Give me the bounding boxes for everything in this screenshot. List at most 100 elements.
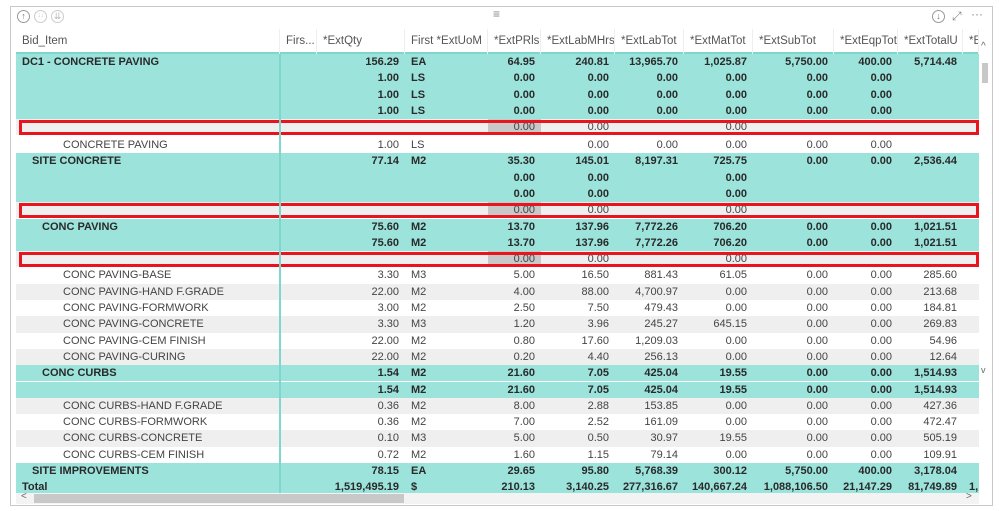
vertical-scrollbar[interactable]: ^ v — [979, 41, 991, 495]
column-header[interactable]: *ExtEqpTot — [834, 29, 898, 54]
table-row[interactable]: 0.00 0.00 0.00 — [16, 119, 979, 136]
scroll-right-icon[interactable]: > — [966, 491, 972, 502]
table-cell: 0.00 — [725, 72, 747, 85]
scroll-down-icon[interactable]: v — [981, 365, 986, 375]
table-cell: 30.97 — [650, 432, 678, 445]
column-header[interactable]: *ExtLabMHrs — [541, 29, 615, 54]
table-cell: 2,536.44 — [914, 155, 957, 168]
table-cell: 156.29 — [365, 56, 399, 68]
column-header[interactable]: First *ExtUoM — [405, 29, 488, 54]
table-cell — [405, 119, 488, 135]
table-row[interactable]: 1.00 LS 0.00 0.00 0.00 0.00 0.00 0.00 — [16, 70, 979, 87]
table-cell: 0.00 — [870, 302, 892, 314]
table-cell: 1.00 — [377, 139, 399, 151]
horizontal-scroll-thumb[interactable] — [34, 494, 404, 503]
vertical-scroll-thumb[interactable] — [982, 63, 988, 83]
table-row[interactable]: 0.00 0.00 0.00 — [16, 251, 979, 268]
column-header[interactable]: *E — [963, 29, 979, 54]
table-row[interactable]: CONC PAVING 75.60 M2 13.70 137.96 7,772.26 706… — [16, 218, 979, 235]
table-cell: 0.00 — [806, 367, 828, 380]
table-cell: 0.00 — [870, 88, 892, 101]
column-header[interactable]: Bid_Item — [16, 29, 280, 54]
table-row[interactable]: CONC CURBS-CONCRETE 0.10 M3 5.00 0.50 30.97 19… — [16, 430, 979, 447]
scroll-left-icon[interactable]: < — [21, 491, 27, 502]
table-cell — [16, 235, 280, 251]
table-cell — [963, 267, 979, 283]
column-header[interactable]: *ExtLabTot — [615, 29, 684, 54]
table-cell: 2.52 — [587, 416, 609, 429]
table-cell: 0.10 — [377, 432, 399, 445]
table-row[interactable]: CONC CURBS-HAND F.GRADE 0.36 M2 8.00 2.88 153… — [16, 397, 979, 415]
table-cell: M2 — [411, 155, 427, 168]
table-row[interactable]: CONC CURBS-FORMWORK 0.36 M2 7.00 2.52 161.09 0… — [16, 414, 979, 431]
table-cell: 0.00 — [725, 121, 747, 134]
column-header[interactable]: Firs... — [280, 29, 317, 54]
table-row[interactable]: 75.60 M2 13.70 137.96 7,772.26 706.20 0.00 0.00… — [16, 234, 979, 252]
table-row[interactable]: CONC PAVING-FORMWORK 3.00 M2 2.50 7.50 479.43… — [16, 300, 979, 317]
column-header[interactable]: *ExtQty — [317, 29, 405, 54]
drag-handle-icon[interactable]: ≡ — [493, 7, 500, 21]
table-cell: 0.00 — [806, 448, 828, 461]
table-cell: M2 — [411, 367, 427, 380]
table-cell: 161.09 — [644, 416, 678, 429]
download-icon[interactable]: ↓ — [932, 10, 945, 23]
table-row[interactable]: CONCRETE PAVING 1.00 LS 0.00 0.00 0.00 0.00 0.0… — [16, 137, 979, 154]
table-cell: 54.96 — [929, 334, 957, 347]
horizontal-scrollbar[interactable]: < > — [16, 491, 979, 504]
table-cell — [963, 447, 979, 463]
table-cell: 22.00 — [371, 285, 399, 298]
table-row[interactable]: 0.00 0.00 0.00 — [16, 202, 979, 219]
table-cell: CONC PAVING — [42, 220, 118, 233]
table-row[interactable]: CONC PAVING-HAND F.GRADE 22.00 M2 4.00 88.00… — [16, 283, 979, 300]
table-row[interactable]: DC1 - CONCRETE PAVING 156.29 EA 64.95 240.81… — [16, 54, 979, 71]
focus-mode-icon[interactable]: ⤢ — [952, 9, 962, 24]
table-cell — [753, 186, 834, 202]
table-cell: 0.00 — [513, 187, 535, 200]
table-row[interactable]: CONC PAVING-CONCRETE 3.30 M3 1.20 3.96 245.27… — [16, 316, 979, 333]
table-cell: 0.00 — [870, 367, 892, 380]
table-row[interactable]: 1.00 LS 0.00 0.00 0.00 0.00 0.00 0.00 — [16, 86, 979, 103]
table-cell: 61.05 — [719, 269, 747, 282]
table-cell — [280, 87, 317, 103]
table-cell — [898, 202, 963, 218]
table-cell: 0.00 — [870, 139, 892, 151]
table-row[interactable]: SITE CONCRETE 77.14 M2 35.30 145.01 8,197.31 7… — [16, 153, 979, 170]
table-row[interactable]: CONC CURBS-CEM FINISH 0.72 M2 1.60 1.15 79.14… — [16, 446, 979, 463]
table-cell: 0.00 — [806, 318, 828, 331]
table-cell: 1.60 — [513, 448, 535, 461]
table-cell — [963, 398, 979, 414]
drill-down-icon[interactable]: ↓↓ — [34, 10, 47, 23]
table-cell — [280, 333, 317, 349]
table-cell: M2 — [411, 383, 427, 396]
table-cell: 0.00 — [656, 72, 678, 85]
column-divider[interactable] — [279, 54, 281, 497]
table-cell — [280, 300, 317, 316]
table-row[interactable]: SITE IMPROVEMENTS 78.15 EA 29.65 95.80 5,768.… — [16, 463, 979, 480]
column-header[interactable]: *ExtSubTot — [753, 29, 834, 54]
table-cell — [16, 119, 280, 135]
table-row[interactable]: 0.00 0.00 0.00 — [16, 185, 979, 203]
scroll-up-icon[interactable]: ^ — [981, 41, 986, 52]
table-cell: 425.04 — [644, 367, 678, 380]
column-header[interactable]: *ExtTotalU — [898, 29, 963, 54]
table-cell: 0.00 — [513, 72, 535, 85]
table-cell: 0.00 — [870, 220, 892, 233]
table-cell — [963, 430, 979, 446]
table-cell: 245.27 — [644, 318, 678, 331]
table-cell: 0.72 — [377, 448, 399, 461]
column-header[interactable]: *ExtPRls — [488, 29, 541, 54]
table-cell: 4.00 — [513, 285, 535, 298]
table-cell — [280, 414, 317, 430]
table-row[interactable]: CONC CURBS 1.54 M2 21.60 7.05 425.04 19.55 0.00… — [16, 365, 979, 382]
more-options-icon[interactable]: ··· — [971, 7, 983, 21]
table-cell — [963, 463, 979, 479]
table-row[interactable]: 0.00 0.00 0.00 — [16, 169, 979, 186]
column-header[interactable]: *ExtMatTot — [684, 29, 753, 54]
expand-all-icon[interactable]: ⇊ — [51, 10, 64, 23]
table-row[interactable]: CONC PAVING-CEM FINISH 22.00 M2 0.80 17.60 1,… — [16, 332, 979, 349]
table-row[interactable]: 1.54 M2 21.60 7.05 425.04 19.55 0.00 0.00 1,514.… — [16, 381, 979, 398]
table-row[interactable]: 1.00 LS 0.00 0.00 0.00 0.00 0.00 0.00 — [16, 102, 979, 120]
table-row[interactable]: CONC PAVING-CURING 22.00 M2 0.20 4.40 256.13 0… — [16, 348, 979, 366]
drill-up-icon[interactable]: ↑ — [17, 10, 30, 23]
table-row[interactable]: CONC PAVING-BASE 3.30 M3 5.00 16.50 881.43 61.… — [16, 267, 979, 284]
